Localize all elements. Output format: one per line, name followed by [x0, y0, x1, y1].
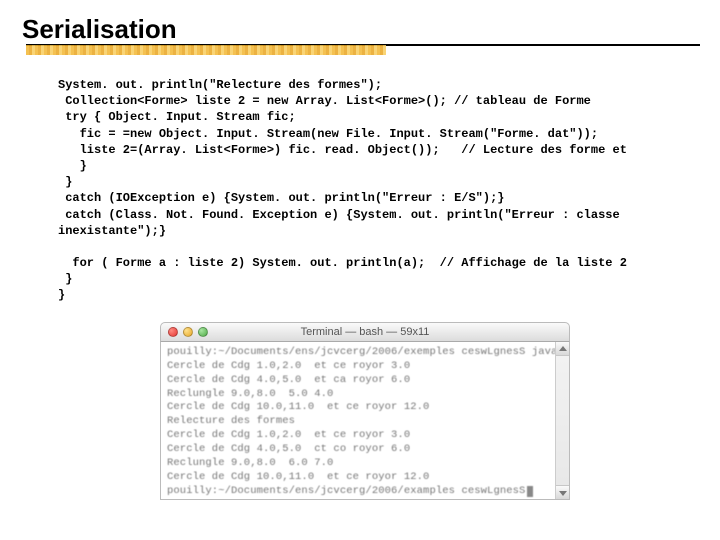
- close-icon[interactable]: [168, 327, 178, 337]
- terminal-line: Cercle de Cdg 4.0,5.0 ct co royor 6.0: [167, 443, 410, 455]
- cursor-icon: [527, 486, 533, 497]
- terminal-window: Terminal — bash — 59x11 pouilly:~/Docume…: [160, 322, 570, 500]
- code-line: liste 2=(Array. List<Forme>) fic. read. …: [58, 143, 627, 157]
- code-line: }: [58, 175, 72, 189]
- terminal-line: Relecture des formes: [167, 415, 295, 427]
- code-line: catch (IOException e) {System. out. prin…: [58, 191, 504, 205]
- terminal-line: Cercle de Cdg 10.0,11.0 et ce royor 12.0: [167, 471, 429, 483]
- terminal-line: Cercle de Cdg 4.0,5.0 et ca royor 6.0: [167, 374, 410, 386]
- scroll-up-button[interactable]: [556, 342, 570, 356]
- terminal-line: Cercle de Cdg 1.0,2.0 et ce royor 3.0: [167, 429, 410, 441]
- code-line: }: [58, 159, 87, 173]
- code-line: System. out. println("Relecture des form…: [58, 78, 382, 92]
- code-line: fic = =new Object. Input. Stream(new Fil…: [58, 127, 598, 141]
- window-controls: [161, 327, 208, 337]
- code-block: System. out. println("Relecture des form…: [0, 45, 720, 304]
- code-line: Collection<Forme> liste 2 = new Array. L…: [58, 94, 591, 108]
- terminal-line: Reclungle 9.0,8.0 5.0 4.0: [167, 388, 333, 400]
- terminal-line: Reclungle 9.0,8.0 6.0 7.0: [167, 457, 333, 469]
- code-line: catch (Class. Not. Found. Exception e) {…: [58, 208, 620, 222]
- code-line: for ( Forme a : liste 2) System. out. pr…: [58, 256, 627, 270]
- title-underline: [26, 44, 700, 58]
- minimize-icon[interactable]: [183, 327, 193, 337]
- terminal-line: pouilly:~/Documents/ens/jcvcerg/2006/exa…: [167, 485, 525, 497]
- code-line: }: [58, 288, 65, 302]
- scrollbar[interactable]: [555, 342, 569, 499]
- terminal-line: pouilly:~/Documents/ens/jcvcerg/2006/exe…: [167, 346, 570, 358]
- terminal-output: pouilly:~/Documents/ens/jcvcerg/2006/exe…: [161, 342, 569, 500]
- code-line: }: [58, 272, 72, 286]
- slide-title: Serialisation: [0, 0, 720, 45]
- scroll-down-button[interactable]: [556, 485, 570, 499]
- terminal-titlebar: Terminal — bash — 59x11: [160, 322, 570, 342]
- zoom-icon[interactable]: [198, 327, 208, 337]
- terminal-title: Terminal — bash — 59x11: [161, 326, 569, 338]
- terminal-body: pouilly:~/Documents/ens/jcvcerg/2006/exe…: [160, 342, 570, 500]
- code-line: inexistante");}: [58, 224, 166, 238]
- code-line: try { Object. Input. Stream fic;: [58, 110, 296, 124]
- terminal-line: Cercle de Cdg 1.0,2.0 et ce royor 3.0: [167, 360, 410, 372]
- terminal-line: Cercle de Cdg 10.0,11.0 et ce royor 12.0: [167, 401, 429, 413]
